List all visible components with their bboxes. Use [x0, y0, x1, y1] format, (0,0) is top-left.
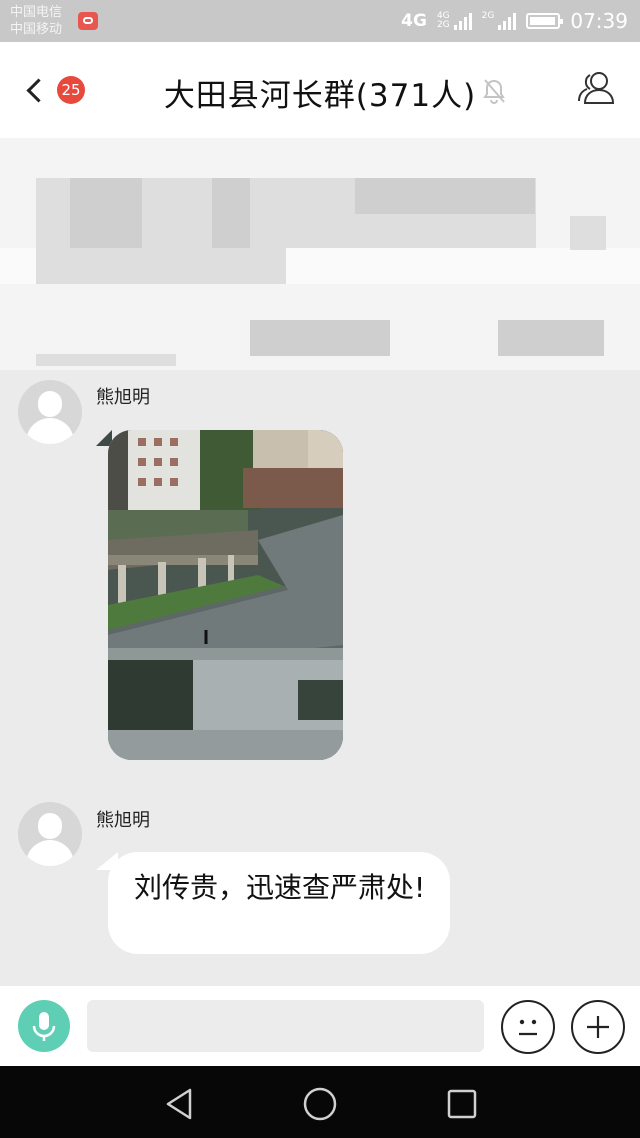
hd-call-icon [78, 12, 98, 30]
network-4g-label: 4G [401, 11, 427, 31]
redacted-block [36, 248, 286, 284]
redacted-block [36, 354, 176, 366]
nav-recents-icon[interactable] [442, 1084, 482, 1124]
river-photo-message[interactable] [108, 430, 343, 760]
redacted-block [498, 320, 604, 356]
chat-title: 大田县河长群(371人) [163, 78, 477, 114]
emoji-icon [519, 1019, 537, 1036]
more-options-button[interactable] [571, 1000, 625, 1054]
plus-icon [587, 1016, 609, 1038]
system-nav-bar [0, 1066, 640, 1138]
carrier-1: 中国电信 [10, 5, 63, 20]
nav-back-icon[interactable] [160, 1084, 200, 1124]
status-indicators: 4G 4G 2G 2G 07:39 [401, 7, 628, 35]
text-message-bubble[interactable]: 刘传贵，迅速查严肃处! [108, 852, 450, 954]
signal-icon [453, 12, 472, 30]
carrier-labels: 中国电信 中国移动 [10, 4, 62, 38]
message-text: 刘传贵，迅速查严肃处! [134, 871, 426, 904]
emoji-button[interactable] [501, 1000, 555, 1054]
status-bar: 中国电信 中国移动 4G 4G 2G 2G 07:39 [0, 0, 640, 42]
redacted-block [570, 216, 606, 250]
redacted-block [212, 178, 250, 248]
mic-icon [32, 1012, 56, 1041]
network-mini-labels: 4G 2G [436, 11, 450, 30]
battery-level [530, 17, 556, 25]
avatar[interactable] [18, 802, 82, 866]
mute-bell-icon [483, 79, 505, 104]
sender-name: 熊旭明 [96, 387, 150, 408]
group-members-icon[interactable] [577, 69, 615, 105]
signal-icon [498, 12, 517, 30]
clock: 07:39 [570, 9, 628, 33]
redacted-block [70, 178, 142, 248]
nav-home-icon[interactable] [300, 1084, 340, 1124]
voice-input-button[interactable] [18, 1000, 70, 1052]
chat-input-bar [0, 986, 640, 1066]
message-input[interactable] [87, 1000, 484, 1052]
redacted-block [250, 320, 390, 356]
title-bar: 25 大田县河长群(371人) [0, 42, 640, 138]
battery-icon [526, 13, 564, 29]
redacted-block [355, 178, 535, 214]
sender-name: 熊旭明 [96, 810, 150, 831]
river-scene-image [108, 430, 343, 760]
avatar[interactable] [18, 380, 82, 444]
carrier-2: 中国移动 [10, 22, 63, 37]
network-2g-extra-label: 2G [481, 11, 495, 21]
pixelated-redacted-content [0, 138, 640, 370]
